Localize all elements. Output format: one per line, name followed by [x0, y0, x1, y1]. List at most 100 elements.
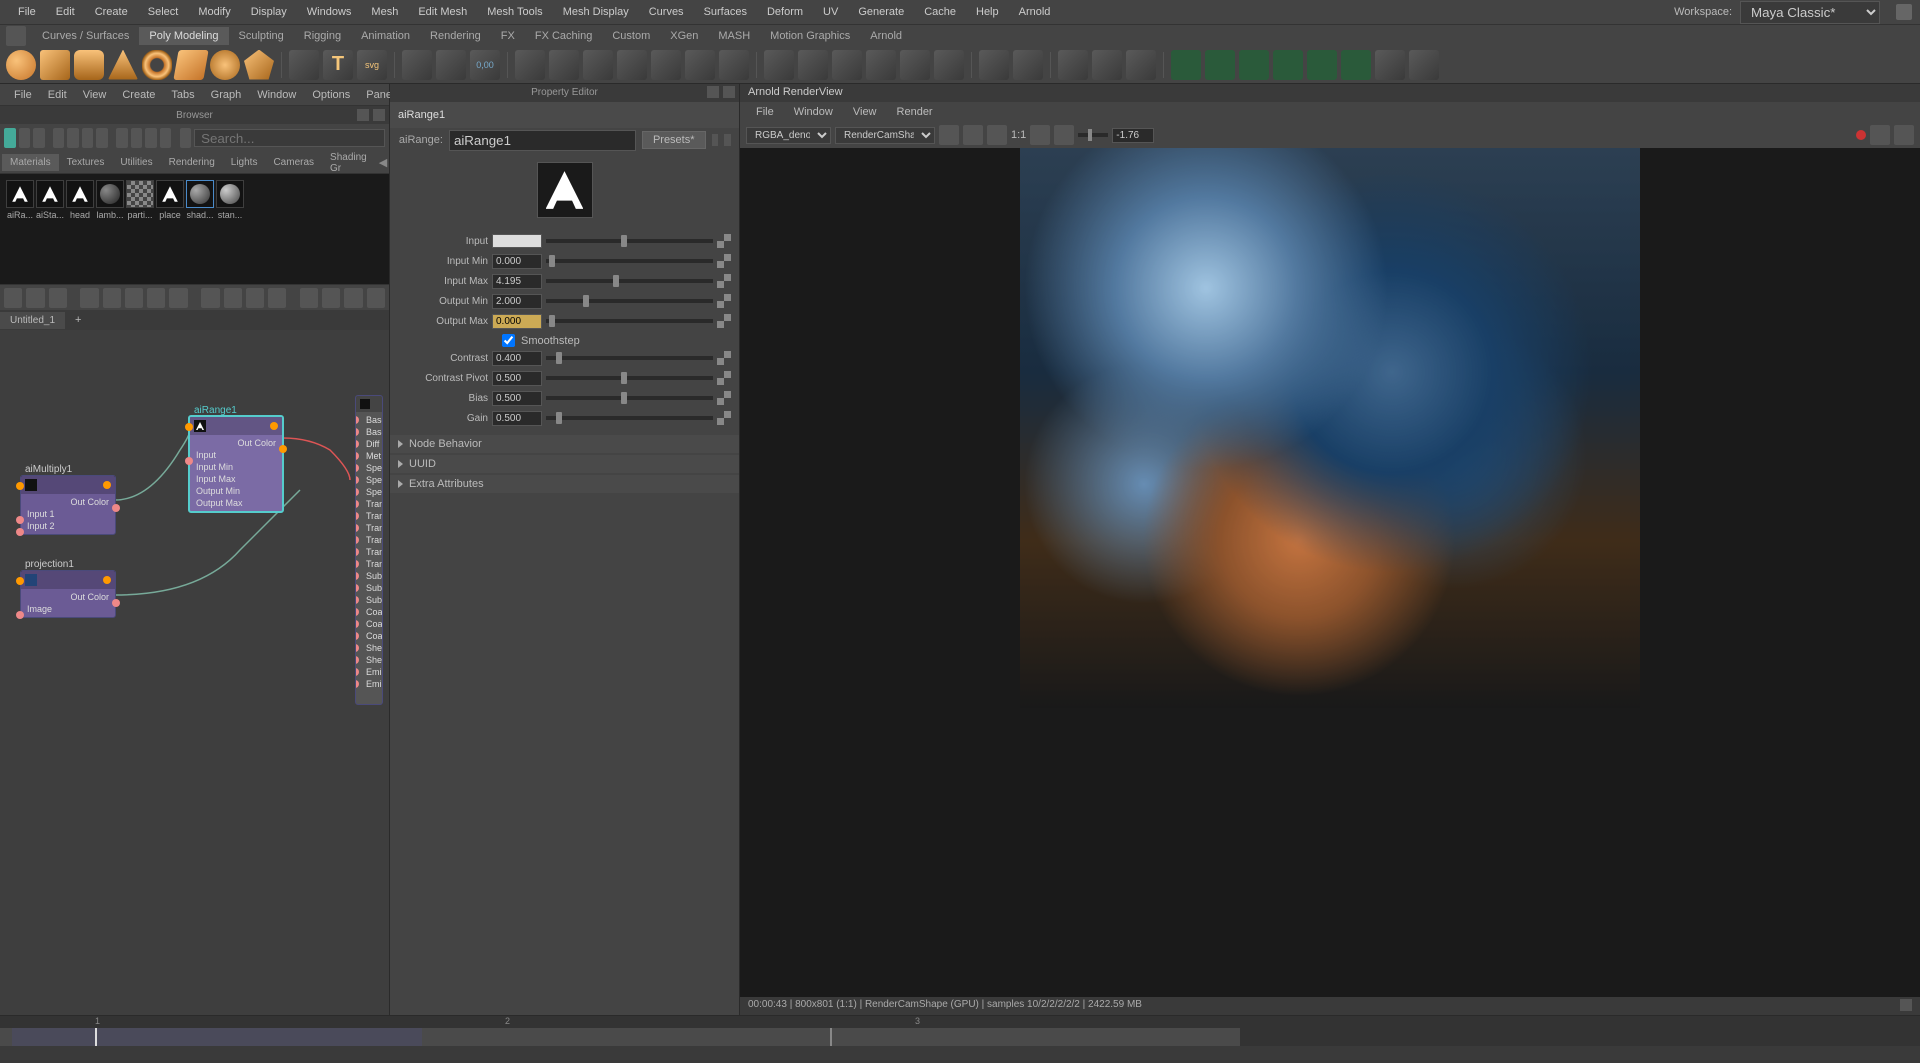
- shelf-tool-icon[interactable]: [1273, 50, 1303, 80]
- hs-menu-create[interactable]: Create: [114, 86, 163, 104]
- search-input[interactable]: [194, 129, 385, 147]
- menu-meshdisplay[interactable]: Mesh Display: [553, 2, 639, 22]
- attr-slider[interactable]: [546, 239, 713, 243]
- toolbar-icon[interactable]: [116, 128, 128, 148]
- graph-tab-add[interactable]: +: [65, 311, 91, 329]
- node-aimultiply1[interactable]: aiMultiply1 Out Color Input 1 Input 2: [20, 475, 116, 535]
- graph-toolbar-icon[interactable]: [49, 288, 67, 308]
- node-port-row[interactable]: Coa: [356, 606, 382, 618]
- camera-dropdown[interactable]: RenderCamShape: [835, 127, 935, 144]
- shelf-tool-icon[interactable]: [832, 50, 862, 80]
- material-item[interactable]: parti...: [126, 180, 154, 278]
- graph-toolbar-icon[interactable]: [4, 288, 22, 308]
- shelf-tool-icon[interactable]: [402, 50, 432, 80]
- attr-slider[interactable]: [546, 356, 713, 360]
- node-port-row[interactable]: Tran: [356, 498, 382, 510]
- attr-slider[interactable]: [546, 299, 713, 303]
- menu-cache[interactable]: Cache: [914, 2, 966, 22]
- menu-meshtools[interactable]: Mesh Tools: [477, 2, 552, 22]
- shelf-tab-rendering[interactable]: Rendering: [420, 27, 491, 45]
- color-swatch[interactable]: [492, 234, 542, 248]
- attr-slider[interactable]: [546, 416, 713, 420]
- toolbar-icon[interactable]: [82, 128, 94, 148]
- attr-input[interactable]: [492, 314, 542, 329]
- shelf-torus-icon[interactable]: [142, 50, 172, 80]
- graph-toolbar-icon[interactable]: [80, 288, 98, 308]
- node-port-row[interactable]: Sub: [356, 582, 382, 594]
- node-type-input[interactable]: [449, 130, 636, 151]
- attr-input[interactable]: [492, 411, 542, 426]
- menu-create[interactable]: Create: [85, 2, 138, 22]
- menu-select[interactable]: Select: [138, 2, 189, 22]
- menu-windows[interactable]: Windows: [297, 2, 362, 22]
- menu-uv[interactable]: UV: [813, 2, 848, 22]
- graph-toolbar-icon[interactable]: [322, 288, 340, 308]
- node-port-row[interactable]: Spe: [356, 462, 382, 474]
- node-port-row[interactable]: She: [356, 654, 382, 666]
- exposure-slider[interactable]: [1078, 133, 1108, 137]
- toolbar-icon[interactable]: [19, 128, 31, 148]
- timeline-marker[interactable]: [830, 1028, 832, 1046]
- shelf-tool-icon[interactable]: [685, 50, 715, 80]
- exposure-input[interactable]: [1112, 128, 1154, 143]
- shelf-tool-icon[interactable]: [617, 50, 647, 80]
- close-icon[interactable]: [723, 86, 735, 98]
- toolbar-icon[interactable]: [160, 128, 172, 148]
- node-port-row[interactable]: Base: [356, 426, 382, 438]
- toolbar-icon[interactable]: [96, 128, 108, 148]
- shelf-tool-icon[interactable]: [866, 50, 896, 80]
- hs-menu-graph[interactable]: Graph: [203, 86, 250, 104]
- material-item[interactable]: shad...: [186, 180, 214, 278]
- hs-menu-tabs[interactable]: Tabs: [163, 86, 202, 104]
- shelf-tab-xgen[interactable]: XGen: [660, 27, 708, 45]
- shelf-tool-icon[interactable]: [583, 50, 613, 80]
- node-graph[interactable]: aiMultiply1 Out Color Input 1 Input 2 pr…: [0, 330, 389, 1015]
- node-port-row[interactable]: Tran: [356, 534, 382, 546]
- tab-textures[interactable]: Textures: [59, 154, 113, 171]
- attr-slider[interactable]: [546, 396, 713, 400]
- shelf-cylinder-icon[interactable]: [74, 50, 104, 80]
- node-airange1[interactable]: aiRange1 Out Color Input Input Min Input…: [188, 415, 284, 513]
- menu-surfaces[interactable]: Surfaces: [694, 2, 757, 22]
- tab-cameras[interactable]: Cameras: [265, 154, 322, 171]
- menu-curves[interactable]: Curves: [639, 2, 694, 22]
- hs-menu-options[interactable]: Options: [304, 86, 358, 104]
- close-icon[interactable]: [373, 109, 385, 121]
- map-button-icon[interactable]: [717, 234, 731, 248]
- shelf-tab-curves[interactable]: Curves / Surfaces: [32, 27, 139, 45]
- shelf-tool-icon[interactable]: [1375, 50, 1405, 80]
- shelf-tool-icon[interactable]: 0,00: [470, 50, 500, 80]
- aov-dropdown[interactable]: RGBA_denoise: [746, 127, 831, 144]
- hs-menu-view[interactable]: View: [75, 86, 115, 104]
- node-port-row[interactable]: Tran: [356, 522, 382, 534]
- section-uuid[interactable]: UUID: [390, 455, 739, 473]
- shelf-tab-arnold[interactable]: Arnold: [860, 27, 912, 45]
- shelf-tab-animation[interactable]: Animation: [351, 27, 420, 45]
- shelf-toggle-icon[interactable]: [6, 26, 26, 46]
- tab-utilities[interactable]: Utilities: [112, 154, 160, 171]
- map-button-icon[interactable]: [717, 371, 731, 385]
- shelf-tool-icon[interactable]: [798, 50, 828, 80]
- rv-toolbar-icon[interactable]: [963, 125, 983, 145]
- shelf-tab-polymodeling[interactable]: Poly Modeling: [139, 27, 228, 45]
- shelf-cube-icon[interactable]: [40, 50, 70, 80]
- shelf-tool-icon[interactable]: [549, 50, 579, 80]
- graph-toolbar-icon[interactable]: [125, 288, 143, 308]
- material-item[interactable]: lamb...: [96, 180, 124, 278]
- material-item[interactable]: place: [156, 180, 184, 278]
- node-port-row[interactable]: Spe: [356, 474, 382, 486]
- shelf-tool-icon[interactable]: [764, 50, 794, 80]
- shelf-platonic-icon[interactable]: [244, 50, 274, 80]
- rv-menu-render[interactable]: Render: [887, 104, 943, 120]
- attr-slider[interactable]: [546, 279, 713, 283]
- node-port-row[interactable]: Emi: [356, 678, 382, 690]
- shelf-tool-icon[interactable]: [1171, 50, 1201, 80]
- section-node-behavior[interactable]: Node Behavior: [390, 435, 739, 453]
- section-extra-attributes[interactable]: Extra Attributes: [390, 475, 739, 493]
- attr-input[interactable]: [492, 351, 542, 366]
- shelf-tool-icon[interactable]: [1092, 50, 1122, 80]
- rv-toolbar-icon[interactable]: [1054, 125, 1074, 145]
- timeline-range[interactable]: [12, 1028, 422, 1046]
- shelf-tool-icon[interactable]: [1341, 50, 1371, 80]
- node-port-row[interactable]: Tran: [356, 558, 382, 570]
